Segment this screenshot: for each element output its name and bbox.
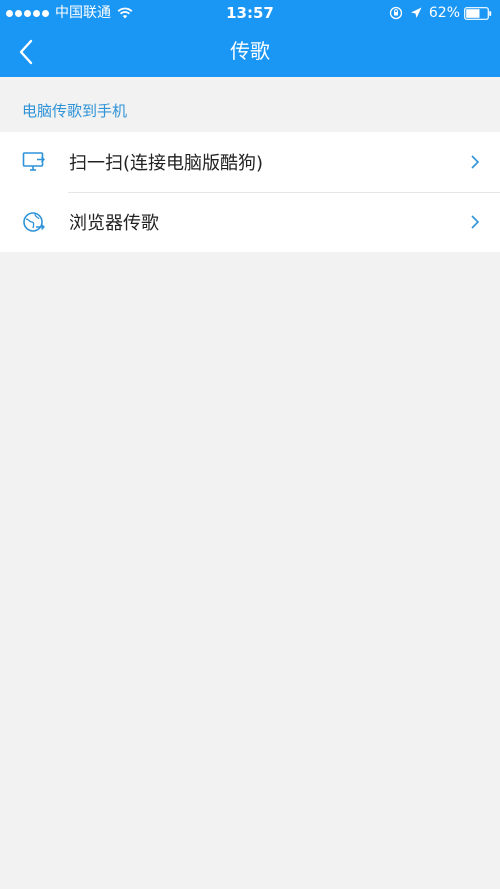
scan-connect-item[interactable]: 扫一扫(连接电脑版酷狗) bbox=[0, 132, 500, 192]
browser-transfer-item[interactable]: 浏览器传歌 bbox=[0, 192, 500, 252]
page-title: 传歌 bbox=[230, 39, 270, 63]
section-header: 电脑传歌到手机 bbox=[22, 102, 128, 120]
app-header: 中国联通 13:57 62% 传歌 bbox=[0, 0, 500, 77]
battery-icon bbox=[464, 6, 492, 20]
chevron-right-icon bbox=[471, 215, 480, 229]
chevron-right-icon bbox=[471, 155, 480, 169]
battery-percentage: 62% bbox=[428, 5, 460, 21]
computer-icon bbox=[22, 150, 46, 174]
status-right: 62% bbox=[389, 0, 492, 26]
nav-bar: 传歌 bbox=[0, 26, 500, 77]
orientation-lock-icon bbox=[389, 6, 403, 20]
status-bar: 中国联通 13:57 62% bbox=[0, 0, 500, 26]
browser-transfer-label: 浏览器传歌 bbox=[69, 213, 159, 234]
location-arrow-icon bbox=[410, 7, 422, 18]
scan-connect-label: 扫一扫(连接电脑版酷狗) bbox=[69, 153, 264, 174]
transfer-options-list: 扫一扫(连接电脑版酷狗) 浏览器传歌 bbox=[0, 132, 500, 252]
browser-globe-icon bbox=[22, 210, 46, 234]
